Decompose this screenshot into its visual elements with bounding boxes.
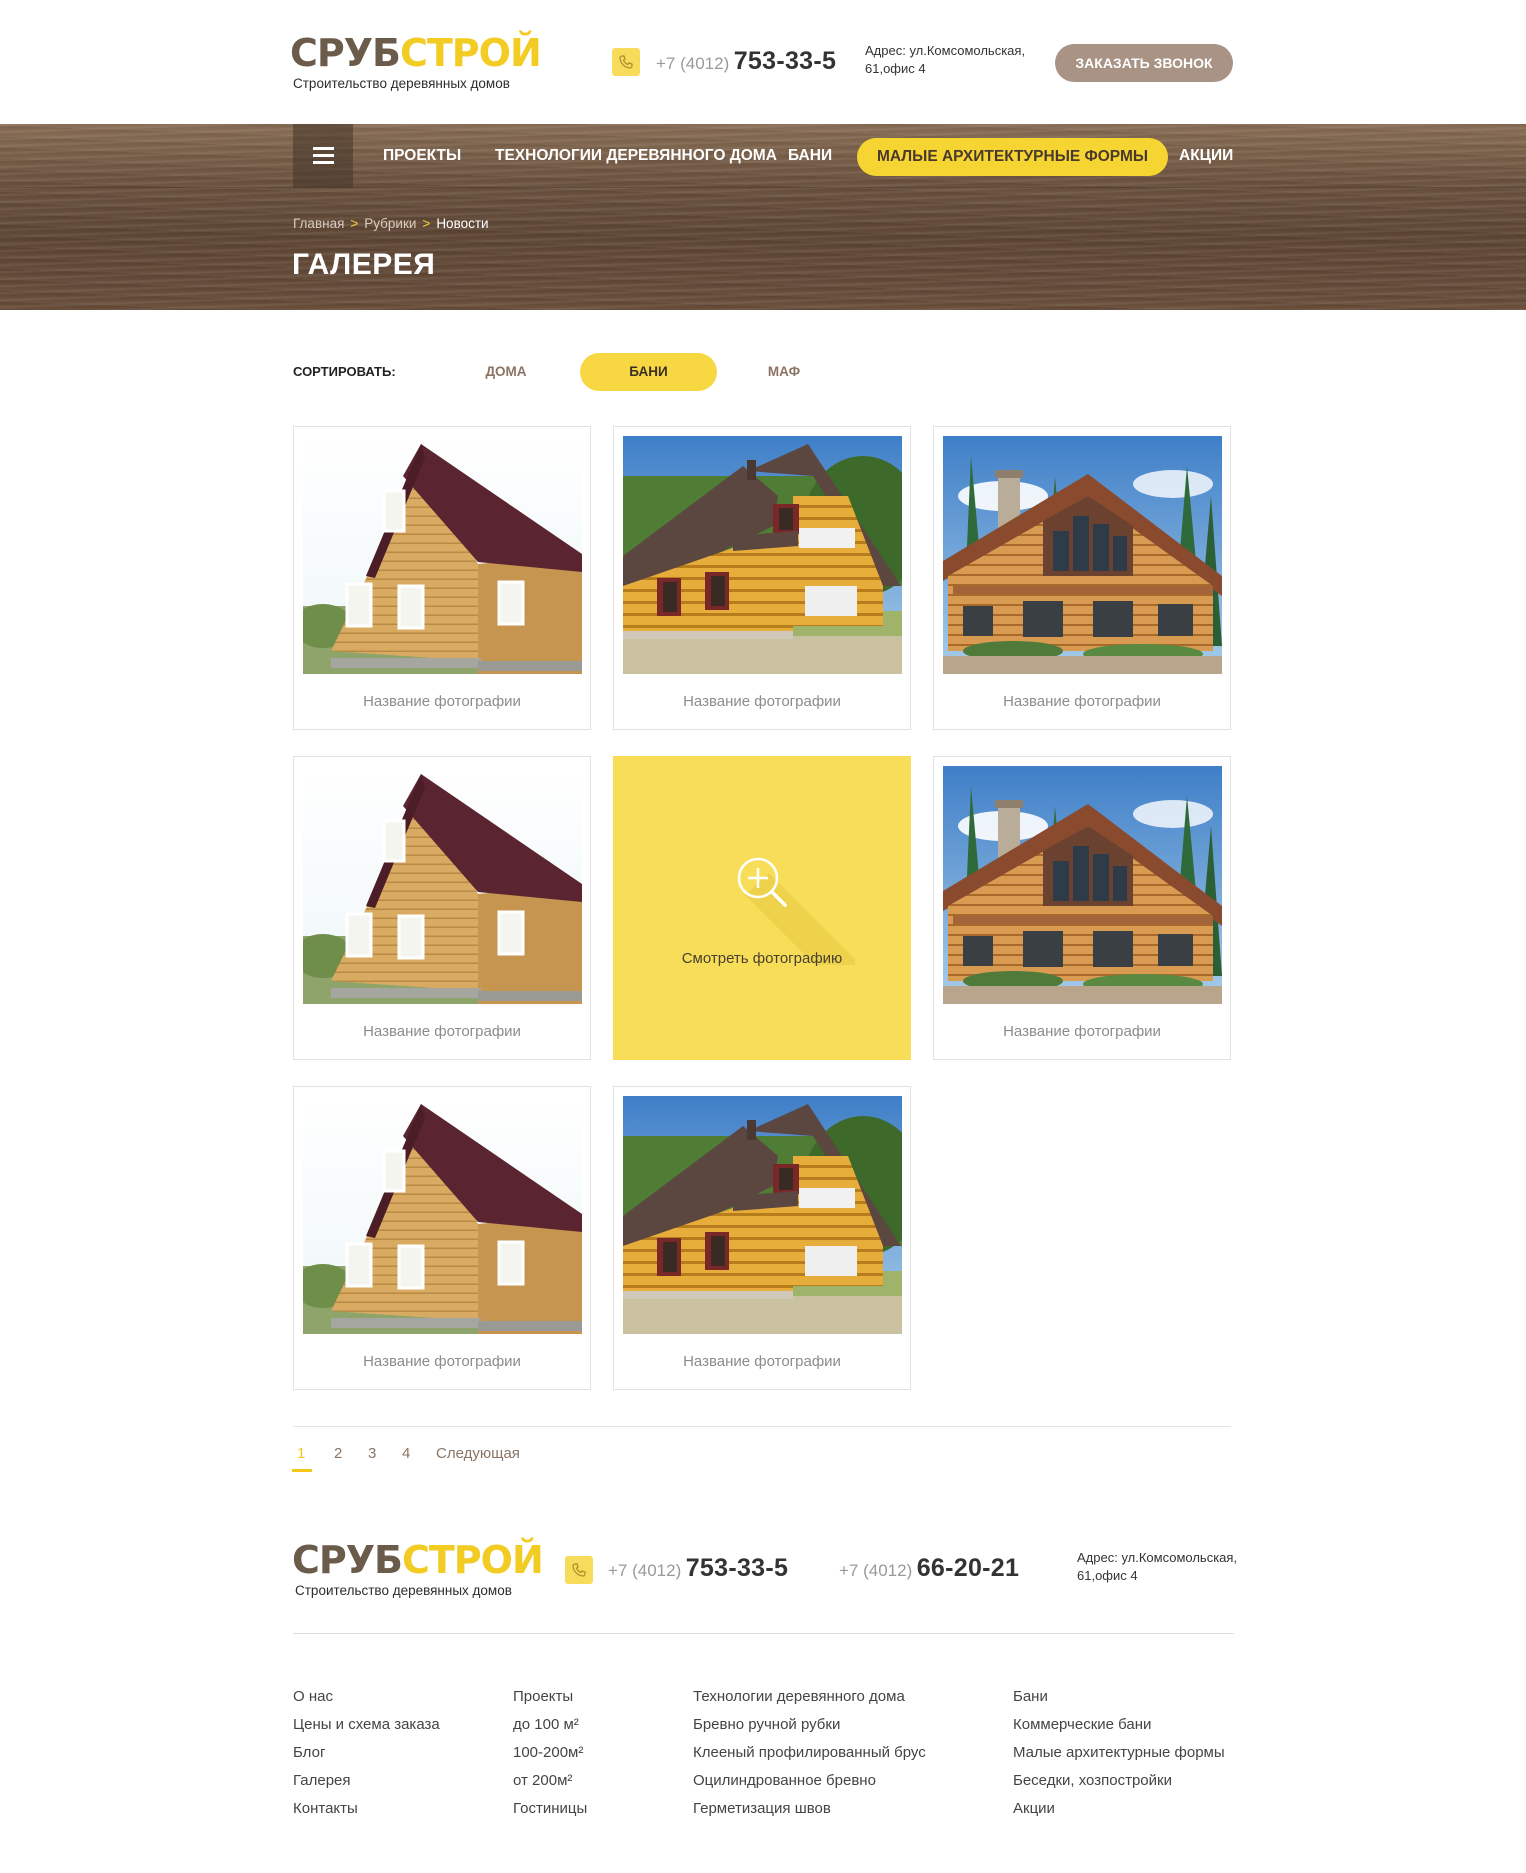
phone-code: +7 (4012)	[656, 54, 730, 73]
footer-link[interactable]: Блог	[293, 1739, 440, 1767]
footer-link[interactable]: Гостиницы	[513, 1795, 587, 1823]
gallery-caption: Название фотографии	[683, 1353, 841, 1370]
hamburger-menu-icon[interactable]	[293, 124, 353, 188]
breadcrumb-separator-icon: >	[422, 216, 431, 231]
main-nav: ПРОЕКТЫ ТЕХНОЛОГИИ ДЕРЕВЯННОГО ДОМА БАНИ…	[0, 124, 1526, 188]
footer-link[interactable]: Цены и схема заказа	[293, 1711, 440, 1739]
footer-link[interactable]: Коммерческие бани	[1013, 1711, 1225, 1739]
gallery-caption: Название фотографии	[1003, 1023, 1161, 1040]
gallery-photo	[623, 1096, 902, 1334]
breadcrumb: Главная > Рубрики > Новости	[293, 216, 489, 231]
gallery-photo	[943, 766, 1222, 1004]
gallery-photo	[623, 436, 902, 674]
pagination-divider	[293, 1426, 1231, 1427]
active-page-indicator	[292, 1469, 312, 1472]
footer-column-baths: Бани Коммерческие бани Малые архитектурн…	[1013, 1683, 1225, 1823]
page-link-2[interactable]: 2	[334, 1445, 342, 1462]
gallery-caption: Название фотографии	[363, 1023, 521, 1040]
gallery-caption: Название фотографии	[363, 693, 521, 710]
sort-option-houses[interactable]: ДОМА	[450, 353, 562, 391]
site-header: СРУБСТРОЙ Строительство деревянных домов…	[0, 0, 1526, 124]
footer-link[interactable]: Беседки, хозпостройки	[1013, 1767, 1225, 1795]
gallery-card[interactable]: Название фотографии	[293, 1086, 591, 1390]
page-link-1[interactable]: 1	[297, 1445, 305, 1462]
footer-link[interactable]: Проекты	[513, 1683, 587, 1711]
nav-item-projects[interactable]: ПРОЕКТЫ	[383, 124, 461, 188]
gallery-caption: Название фотографии	[1003, 693, 1161, 710]
footer-phone-2[interactable]: +7 (4012) 66-20-21	[839, 1554, 1019, 1583]
sort-option-baths[interactable]: БАНИ	[580, 353, 717, 391]
gallery-card[interactable]: Название фотографии	[613, 426, 911, 730]
footer-divider	[293, 1633, 1234, 1634]
breadcrumb-current: Новости	[436, 216, 489, 231]
footer-link[interactable]: Галерея	[293, 1767, 440, 1795]
footer-link[interactable]: 100-200м²	[513, 1739, 587, 1767]
phone-number: 753-33-5	[685, 1554, 789, 1582]
nav-item-technologies[interactable]: ТЕХНОЛОГИИ ДЕРЕВЯННОГО ДОМА	[495, 124, 777, 188]
gallery-card[interactable]: Название фотографии	[293, 756, 591, 1060]
footer-link[interactable]: Малые архитектурные формы	[1013, 1739, 1225, 1767]
hero-banner: ПРОЕКТЫ ТЕХНОЛОГИИ ДЕРЕВЯННОГО ДОМА БАНИ…	[0, 124, 1526, 310]
footer-link[interactable]: Бревно ручной рубки	[693, 1711, 926, 1739]
gallery-caption: Название фотографии	[683, 693, 841, 710]
logo-tagline: Строительство деревянных домов	[293, 76, 510, 91]
footer-link[interactable]: Бани	[1013, 1683, 1225, 1711]
logo-text-part2: СТРОЙ	[402, 1538, 544, 1582]
footer-column-projects: Проекты до 100 м² 100-200м² от 200м² Гос…	[513, 1683, 587, 1823]
phone-icon	[612, 48, 640, 76]
logo[interactable]: СРУБСТРОЙ Строительство деревянных домов	[290, 30, 542, 91]
phone-code: +7 (4012)	[839, 1561, 913, 1580]
logo-text-part1: СРУБ	[292, 1538, 403, 1582]
footer-column-technologies: Технологии деревянного дома Бревно ручно…	[693, 1683, 926, 1823]
phone-icon	[565, 1556, 593, 1584]
footer-logo[interactable]: СРУБСТРОЙ Строительство деревянных домов	[292, 1537, 544, 1598]
order-call-button[interactable]: ЗАКАЗАТЬ ЗВОНОК	[1055, 44, 1233, 82]
footer-address: Адрес: ул.Комсомольская, 61,офис 4	[1077, 1550, 1238, 1583]
footer-link[interactable]: О нас	[293, 1683, 440, 1711]
nav-item-small-architecture[interactable]: МАЛЫЕ АРХИТЕКТУРНЫЕ ФОРМЫ	[857, 138, 1169, 176]
footer-link[interactable]: Клееный профилированный брус	[693, 1739, 926, 1767]
footer-link[interactable]: Герметизация швов	[693, 1795, 926, 1823]
footer-link[interactable]: Оцилиндрованное бревно	[693, 1767, 926, 1795]
page-link-3[interactable]: 3	[368, 1445, 376, 1462]
sort-option-maf[interactable]: МАФ	[738, 353, 830, 391]
logo-tagline: Строительство деревянных домов	[295, 1583, 512, 1598]
gallery-card[interactable]: Название фотографии	[293, 426, 591, 730]
logo-text-part2: СТРОЙ	[400, 31, 542, 75]
gallery-photo	[303, 1096, 582, 1334]
footer-link[interactable]: от 200м²	[513, 1767, 587, 1795]
header-address: Адрес: ул.Комсомольская, 61,офис 4	[865, 43, 1026, 76]
gallery-card-hover[interactable]: Смотреть фотографию	[613, 756, 911, 1060]
page-link-4[interactable]: 4	[402, 1445, 410, 1462]
phone-number: 753-33-5	[733, 47, 837, 75]
gallery-photo	[303, 436, 582, 674]
gallery-photo	[303, 766, 582, 1004]
breadcrumb-separator-icon: >	[350, 216, 359, 231]
gallery-caption: Название фотографии	[363, 1353, 521, 1370]
phone-number: 66-20-21	[916, 1554, 1020, 1582]
footer-phone-1[interactable]: +7 (4012) 753-33-5	[608, 1554, 788, 1583]
footer-link[interactable]: до 100 м²	[513, 1711, 587, 1739]
gallery-photo	[943, 436, 1222, 674]
view-photo-label: Смотреть фотографию	[681, 950, 843, 967]
sort-label: СОРТИРОВАТЬ:	[293, 364, 396, 379]
gallery-card[interactable]: Название фотографии	[933, 426, 1231, 730]
footer-link[interactable]: Контакты	[293, 1795, 440, 1823]
gallery-card[interactable]: Название фотографии	[933, 756, 1231, 1060]
nav-item-baths[interactable]: БАНИ	[788, 124, 832, 188]
nav-item-promotions[interactable]: АКЦИИ	[1179, 124, 1233, 188]
logo-text-part1: СРУБ	[290, 31, 401, 75]
footer-link[interactable]: Технологии деревянного дома	[693, 1683, 926, 1711]
breadcrumb-rubrics[interactable]: Рубрики	[364, 216, 416, 231]
header-phone[interactable]: +7 (4012) 753-33-5	[656, 47, 836, 76]
gallery-card[interactable]: Название фотографии	[613, 1086, 911, 1390]
footer-link[interactable]: Акции	[1013, 1795, 1225, 1823]
footer-column-about: О нас Цены и схема заказа Блог Галерея К…	[293, 1683, 440, 1823]
page-next-link[interactable]: Следующая	[436, 1445, 520, 1462]
page-title: ГАЛЕРЕЯ	[292, 248, 436, 281]
breadcrumb-home[interactable]: Главная	[293, 216, 344, 231]
phone-code: +7 (4012)	[608, 1561, 682, 1580]
